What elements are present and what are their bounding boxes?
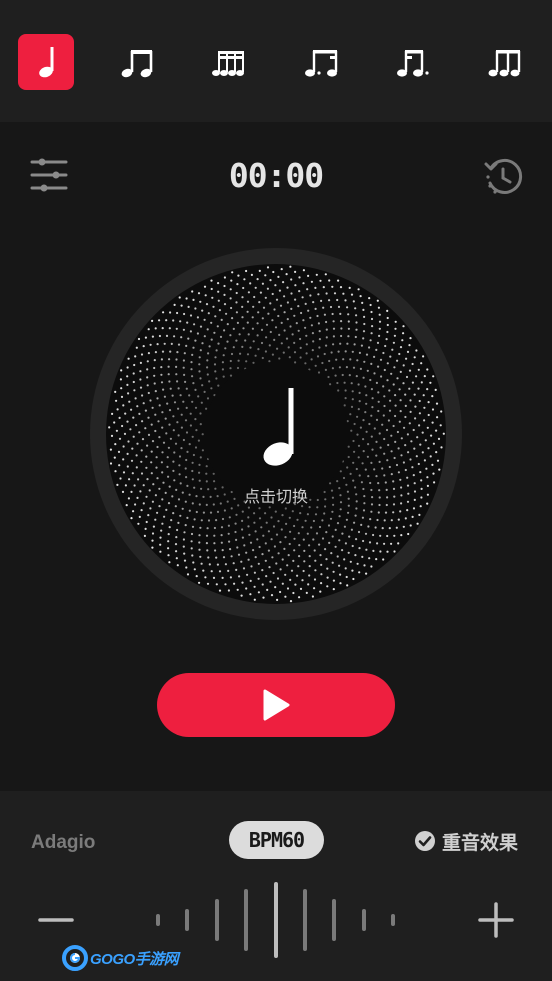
- minus-icon: [38, 918, 74, 922]
- tab-triplet-notes[interactable]: [478, 34, 534, 90]
- bpm-value: 60: [282, 828, 305, 852]
- dial-tick: [185, 909, 190, 931]
- check-circle-icon: [415, 831, 435, 851]
- dial-tick: [244, 889, 249, 951]
- bpm-label: BPM: [248, 828, 283, 852]
- bpm-dial[interactable]: [140, 880, 412, 960]
- play-icon: [263, 689, 290, 721]
- plus-icon: [478, 902, 514, 938]
- dial-tick: [156, 914, 160, 926]
- tab-dotted-rhythm[interactable]: [294, 34, 350, 90]
- dial-tick: [214, 899, 219, 941]
- quarter-note-icon: [39, 47, 54, 78]
- tab-sixteenth-notes[interactable]: [202, 34, 258, 90]
- tempo-name: Adagio: [31, 832, 96, 853]
- beat-disc[interactable]: 点击切换: [90, 248, 462, 620]
- increase-bpm-button[interactable]: [476, 900, 516, 940]
- triplet-notes-icon: [488, 50, 521, 77]
- tab-quarter-note[interactable]: [18, 34, 74, 90]
- tab-reverse-dotted-rhythm[interactable]: [386, 34, 442, 90]
- dial-tick: [361, 909, 366, 931]
- bpm-display[interactable]: BPM 60: [229, 821, 324, 859]
- dial-tick: [391, 914, 396, 926]
- dot-pattern-disc: 点击切换: [106, 264, 446, 604]
- history-button[interactable]: [482, 156, 524, 198]
- accent-toggle[interactable]: 重音效果: [414, 826, 518, 856]
- accent-label: 重音效果: [442, 832, 519, 854]
- watermark: GOGO手游网: [62, 945, 179, 971]
- play-button[interactable]: [157, 673, 395, 737]
- sixteenth-notes-icon: [212, 51, 244, 76]
- eighth-notes-icon: [121, 50, 153, 78]
- reverse-dotted-rhythm-icon: [397, 50, 429, 77]
- quarter-note-icon: [263, 388, 294, 466]
- history-icon: [484, 158, 523, 194]
- watermark-text: GOGO手游网: [90, 950, 179, 968]
- elapsed-timer: 00:00: [228, 156, 324, 195]
- decrease-bpm-button[interactable]: [36, 900, 76, 940]
- tab-eighth-notes[interactable]: [110, 34, 166, 90]
- dial-tick: [332, 899, 337, 941]
- dial-tick: [303, 889, 307, 951]
- dial-tick: [273, 882, 278, 958]
- note-type-bar: [0, 0, 552, 122]
- switch-hint: 点击切换: [243, 489, 308, 506]
- gogo-logo-icon: [62, 945, 88, 971]
- dotted-rhythm-icon: [305, 50, 338, 77]
